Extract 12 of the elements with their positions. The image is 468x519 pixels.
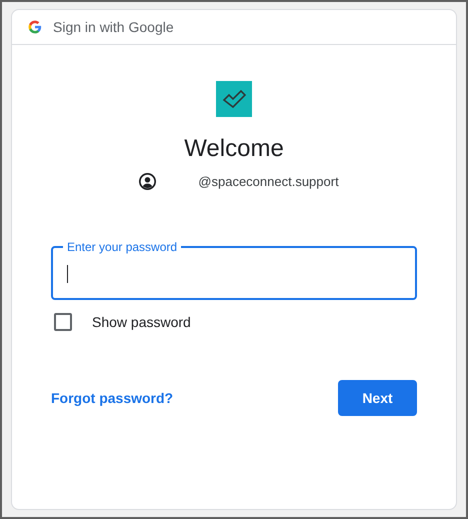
- show-password-checkbox[interactable]: [54, 313, 72, 331]
- next-button[interactable]: Next: [338, 380, 417, 416]
- field-label: Enter your password: [63, 239, 182, 255]
- forgot-password-link[interactable]: Forgot password?: [51, 390, 174, 406]
- app-logo-icon: [216, 81, 252, 117]
- google-g-icon: [28, 20, 42, 34]
- show-password-label: Show password: [92, 314, 191, 330]
- account-email: @spaceconnect.support: [198, 174, 339, 189]
- welcome-heading: Welcome: [184, 134, 284, 164]
- text-cursor: [67, 265, 68, 283]
- header-title: Sign in with Google: [53, 19, 174, 35]
- account-icon: [139, 173, 156, 190]
